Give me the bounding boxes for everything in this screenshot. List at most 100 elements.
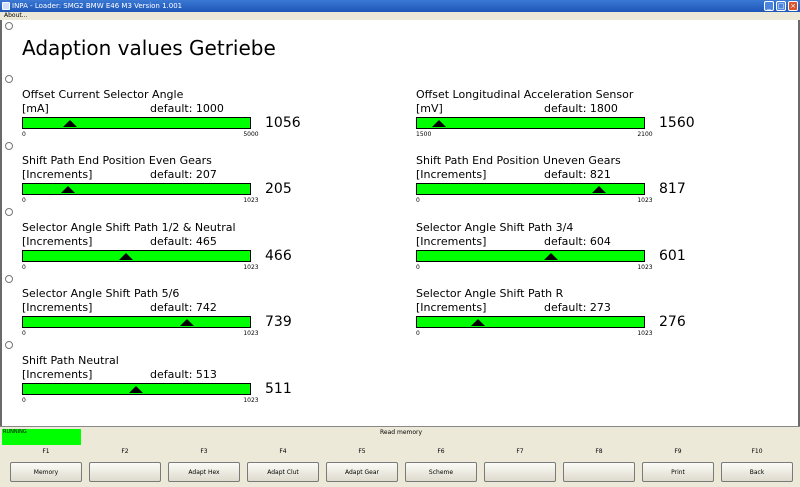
gauge-title: Offset Current Selector Angle: [22, 88, 184, 101]
gauge-value: 1560: [659, 115, 695, 131]
fkey-button[interactable]: Memory: [10, 462, 82, 482]
fkey-button[interactable]: [563, 462, 635, 482]
gauge-value: 511: [265, 381, 292, 397]
radio-button[interactable]: [5, 142, 13, 150]
gauge-title: Shift Path Neutral: [22, 354, 119, 367]
page-title: Adaption values Getriebe: [22, 36, 276, 60]
fkey-button[interactable]: [89, 462, 161, 482]
radio-button[interactable]: [5, 75, 13, 83]
fkey-label: F5: [358, 448, 366, 455]
gauge-marker-icon: [432, 120, 446, 127]
gauge-unit: [Increments]: [416, 168, 487, 181]
fkey-button[interactable]: Scheme: [405, 462, 477, 482]
menu-about[interactable]: About...: [4, 12, 27, 20]
fkey-label: F3: [200, 448, 208, 455]
adaption-gauge: Selector Angle Shift Path 5/6 [Increments…: [22, 287, 302, 347]
gauge-default: default: 273: [544, 301, 611, 314]
gauge-value: 817: [659, 181, 686, 197]
gauge-max-label: 1023: [637, 330, 653, 337]
gauge-bar: [22, 117, 251, 129]
gauge-unit: [Increments]: [22, 301, 93, 314]
gauge-value: 205: [265, 181, 292, 197]
function-key-panel: RUNNING Read memory F1 Memory F2 F3 Adapt He…: [0, 426, 800, 487]
maximize-button[interactable]: □: [776, 1, 786, 11]
radio-button[interactable]: [5, 208, 13, 216]
gauge-min-label: 0: [416, 330, 420, 337]
gauge-max-label: 1023: [243, 397, 259, 404]
gauge-marker-icon: [63, 120, 77, 127]
gauge-value: 276: [659, 314, 686, 330]
gauge-bar: [22, 316, 251, 328]
adaption-gauge: Offset Longitudinal Acceleration Sensor[…: [416, 88, 696, 148]
radio-button[interactable]: [5, 22, 13, 30]
gauge-unit: [Increments]: [416, 235, 487, 248]
fkey-button[interactable]: Adapt Gear: [326, 462, 398, 482]
gauge-unit: [Increments]: [22, 235, 93, 248]
window-title: INPA - Loader: SMG2 BMW E46 M3 Version 1…: [12, 2, 183, 10]
gauge-min-label: 0: [22, 264, 26, 271]
radio-button[interactable]: [5, 275, 13, 283]
title-bar: INPA - Loader: SMG2 BMW E46 M3 Version 1…: [0, 0, 800, 12]
gauge-value: 1056: [265, 115, 301, 131]
gauge-default: default: 513: [150, 368, 217, 381]
adaption-gauge: Shift Path End Position Even Gears [Incre…: [22, 154, 302, 214]
adaption-gauge: Selector Angle Shift Path R [Increments] d…: [416, 287, 696, 347]
app-icon: [2, 2, 10, 10]
gauge-bar: [416, 316, 645, 328]
gauge-marker-icon: [129, 386, 143, 393]
fkey-button[interactable]: Back: [721, 462, 793, 482]
gauge-min-label: 0: [22, 330, 26, 337]
gauge-marker-icon: [471, 319, 485, 326]
gauge-max-label: 5000: [243, 131, 259, 138]
status-message: Read memory: [380, 429, 423, 436]
gauge-max-label: 1023: [243, 330, 259, 337]
fkey-label: F10: [751, 448, 763, 455]
gauge-default: default: 207: [150, 168, 217, 181]
fkey-button[interactable]: Adapt Clut: [247, 462, 319, 482]
gauge-value: 466: [265, 248, 292, 264]
gauge-marker-icon: [544, 253, 558, 260]
gauge-marker-icon: [180, 319, 194, 326]
gauge-default: default: 1000: [150, 102, 224, 115]
fkey-label: F6: [437, 448, 445, 455]
fkey-label: F7: [516, 448, 524, 455]
gauge-min-label: 0: [416, 197, 420, 204]
gauge-title: Selector Angle Shift Path R: [416, 287, 564, 300]
radio-button[interactable]: [5, 341, 13, 349]
gauge-title: Shift Path End Position Even Gears: [22, 154, 212, 167]
gauge-value: 739: [265, 314, 292, 330]
gauge-unit: [Increments]: [416, 301, 487, 314]
gauge-unit: [Increments]: [22, 168, 93, 181]
gauge-bar: [416, 250, 645, 262]
gauge-default: default: 821: [544, 168, 611, 181]
gauge-unit: [mV]: [416, 102, 443, 115]
gauge-value: 601: [659, 248, 686, 264]
adaption-gauge: Offset Current Selector Angle [mA] default…: [22, 88, 302, 148]
gauge-bar: [22, 250, 251, 262]
gauge-max-label: 1023: [243, 197, 259, 204]
gauge-default: default: 742: [150, 301, 217, 314]
gauge-min-label: 0: [416, 264, 420, 271]
gauge-max-label: 1023: [243, 264, 259, 271]
gauge-marker-icon: [61, 186, 75, 193]
fkey-label: F8: [595, 448, 603, 455]
gauge-min-label: 0: [22, 197, 26, 204]
fkey-button[interactable]: Print: [642, 462, 714, 482]
menu-bar: About...: [0, 12, 800, 20]
minimize-button[interactable]: _: [764, 1, 774, 11]
gauge-title: Selector Angle Shift Path 5/6: [22, 287, 180, 300]
gauge-title: Selector Angle Shift Path 1/2 & Neutral: [22, 221, 236, 234]
fkey-label: F9: [674, 448, 682, 455]
close-button[interactable]: ×: [788, 1, 798, 11]
fkey-label: F2: [121, 448, 129, 455]
fkey-button[interactable]: [484, 462, 556, 482]
gauge-default: default: 1800: [544, 102, 618, 115]
gauge-min-label: 0: [22, 397, 26, 404]
adaption-gauge: Selector Angle Shift Path 1/2 & Neutral[…: [22, 221, 302, 281]
gauge-max-label: 1023: [637, 264, 653, 271]
gauge-marker-icon: [592, 186, 606, 193]
adaption-gauge: Shift Path Neutral [Increments] default: 5…: [22, 354, 302, 414]
status-running-indicator: RUNNING: [2, 429, 81, 445]
main-content: Adaption values Getriebe Offset Current …: [0, 20, 800, 426]
fkey-button[interactable]: Adapt Hex: [168, 462, 240, 482]
